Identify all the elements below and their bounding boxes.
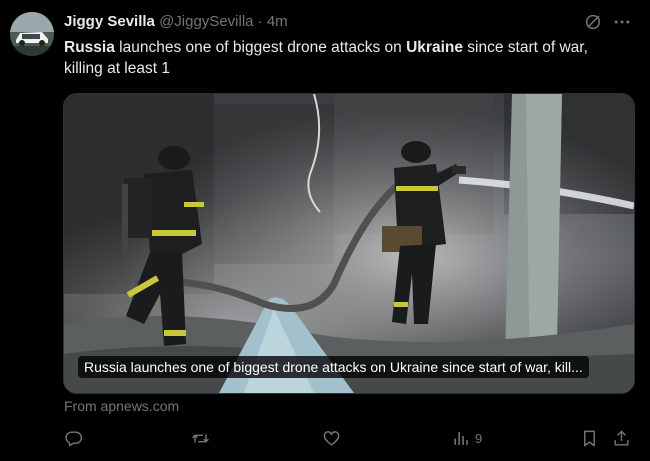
separator: · (257, 13, 263, 30)
action-bar: 9 (0, 428, 650, 450)
author-name[interactable]: Jiggy Sevilla (64, 13, 155, 30)
tweet[interactable]: Jiggy Sevilla @JiggySevilla · 4m Russia … (0, 0, 650, 461)
more-options-icon[interactable] (612, 12, 632, 32)
share-button[interactable] (612, 428, 631, 448)
grok-icon[interactable] (584, 13, 602, 31)
tweet-text: Russia launches one of biggest drone att… (64, 37, 624, 79)
card-caption[interactable]: Russia launches one of biggest drone att… (78, 356, 589, 378)
link-card[interactable]: Russia launches one of biggest drone att… (63, 93, 635, 394)
avatar[interactable] (10, 12, 54, 56)
bookmark-icon (584, 430, 595, 446)
like-button[interactable] (322, 428, 341, 448)
author-handle[interactable]: @JiggySevilla (159, 13, 253, 30)
article-photo (64, 94, 634, 393)
views-chart-icon (454, 431, 468, 445)
share-icon (614, 429, 629, 446)
retweet-icon (192, 433, 209, 443)
views-button[interactable]: 9 (452, 428, 482, 448)
timestamp[interactable]: 4m (267, 13, 288, 30)
reply-button[interactable] (64, 428, 83, 448)
reply-icon (65, 430, 83, 446)
tweet-header: Jiggy Sevilla @JiggySevilla · 4m (64, 12, 570, 32)
tweet-text-part[interactable]: Ukraine (406, 39, 463, 56)
bookmark-button[interactable] (580, 428, 599, 448)
heart-icon (323, 430, 340, 446)
tweet-text-part[interactable]: Russia (64, 39, 115, 56)
card-source[interactable]: From apnews.com (64, 398, 179, 414)
tweet-text-part: launches one of biggest drone attacks on (114, 39, 407, 56)
views-count: 9 (475, 430, 483, 446)
retweet-button[interactable] (191, 428, 210, 448)
